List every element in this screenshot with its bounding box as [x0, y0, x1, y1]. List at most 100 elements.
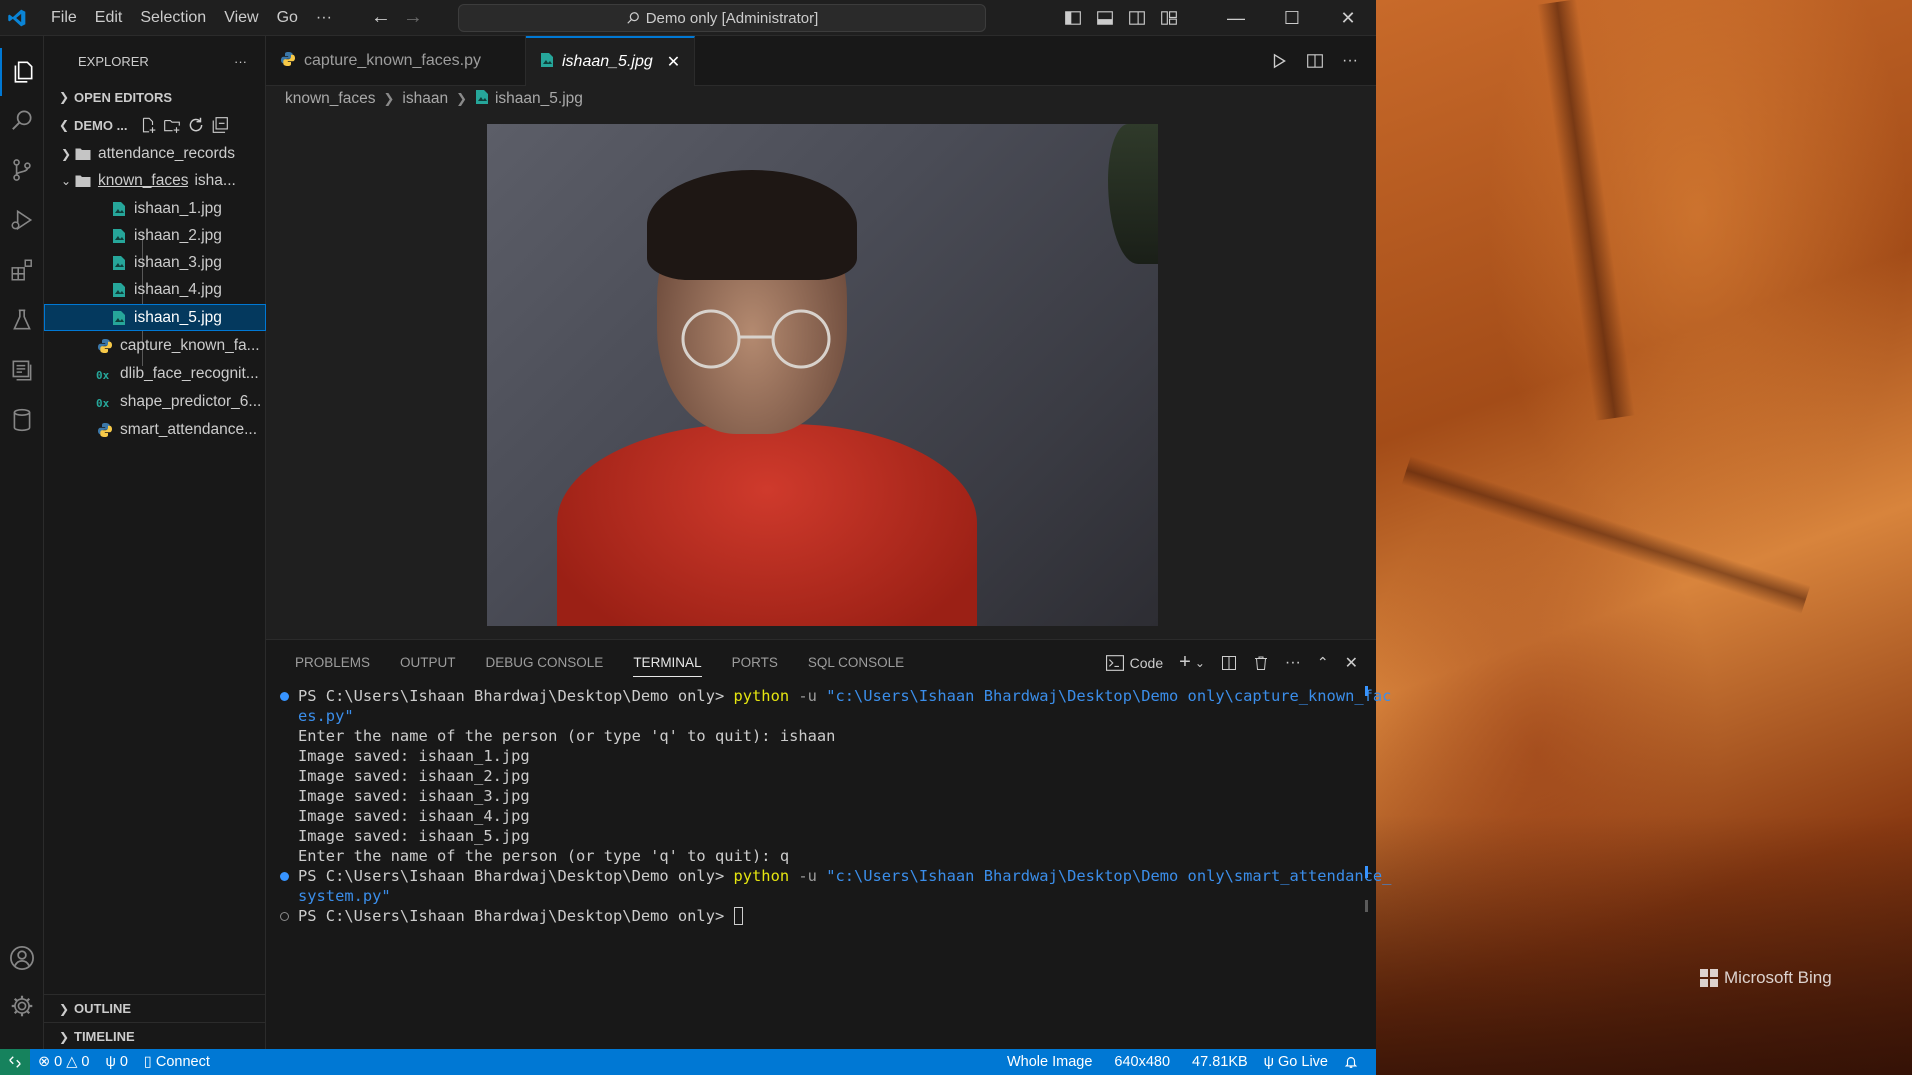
notifications-bell-icon[interactable]	[1336, 1049, 1366, 1075]
open-editors-section[interactable]: ❯ OPEN EDITORS	[44, 83, 266, 111]
menu-more[interactable]: ···	[307, 0, 341, 36]
explorer-more-icon[interactable]: ···	[234, 54, 247, 69]
minimize-button[interactable]: —	[1208, 0, 1264, 36]
close-window-button[interactable]: ✕	[1320, 0, 1376, 36]
source-control-icon[interactable]	[0, 146, 44, 194]
menu-edit[interactable]: Edit	[86, 0, 132, 36]
breadcrumb-item[interactable]: ishaan	[402, 90, 448, 108]
timeline-section[interactable]: ❯ TIMELINE	[44, 1022, 266, 1050]
tree-folder-attendance-records[interactable]: ❯ attendance_records	[44, 140, 266, 167]
menu-file[interactable]: File	[42, 0, 86, 36]
terminal-output[interactable]: PS C:\Users\Ishaan Bhardwaj\Desktop\Demo…	[278, 686, 1391, 926]
database-icon[interactable]	[0, 396, 44, 444]
zoom-mode-status[interactable]: Whole Image	[999, 1049, 1100, 1075]
customize-layout-icon[interactable]	[1160, 9, 1178, 27]
manage-gear-icon[interactable]	[0, 982, 44, 1030]
split-editor-icon[interactable]	[1306, 52, 1324, 70]
more-actions-icon[interactable]: ···	[1342, 52, 1358, 70]
tree-file-smart-attendance[interactable]: smart_attendance...	[44, 416, 266, 443]
breadcrumb-item[interactable]: known_faces	[285, 90, 375, 108]
tree-file-ishaan-5[interactable]: ishaan_5.jpg	[44, 304, 266, 331]
remote-indicator[interactable]	[0, 1049, 30, 1075]
trash-icon[interactable]	[1253, 655, 1269, 671]
tree-file-ishaan-4[interactable]: ishaan_4.jpg	[44, 276, 266, 303]
tab-problems[interactable]: PROBLEMS	[280, 640, 385, 685]
maximize-panel-icon[interactable]: ⌃	[1317, 654, 1329, 671]
scrollbar-thumb[interactable]	[1365, 900, 1368, 912]
flag: -u	[789, 687, 827, 705]
go-live-status[interactable]: ψ Go Live	[1256, 1049, 1336, 1075]
explorer-icon[interactable]	[0, 48, 44, 96]
image-file-icon	[540, 52, 554, 73]
tree-file-ishaan-2[interactable]: ishaan_2.jpg	[44, 222, 266, 249]
tree-file-dlib-face-recognition[interactable]: 0x dlib_face_recognit...	[44, 360, 266, 387]
path-arg: es.py"	[298, 707, 354, 725]
close-icon[interactable]: ✕	[667, 52, 680, 72]
tree-label: ishaan_2.jpg	[134, 226, 222, 244]
split-terminal-icon[interactable]	[1221, 655, 1237, 671]
tree-file-ishaan-3[interactable]: ishaan_3.jpg	[44, 249, 266, 276]
tab-ports[interactable]: PORTS	[717, 640, 793, 685]
warning-icon: △	[66, 1054, 78, 1070]
menu-view[interactable]: View	[215, 0, 267, 36]
terminal-profile-label: Code	[1129, 654, 1164, 671]
file-size-status[interactable]: 47.81KB	[1184, 1049, 1256, 1075]
prompt: PS C:\Users\Ishaan Bhardwaj\Desktop\Demo…	[298, 907, 734, 925]
tab-ishaan-5[interactable]: ishaan_5.jpg ✕	[526, 36, 696, 86]
tree-label: dlib_face_recognit...	[120, 364, 259, 382]
path-arg: "c:\Users\Ishaan Bhardwaj\Desktop\Demo o…	[826, 687, 1392, 705]
image-preview[interactable]	[487, 124, 1158, 626]
maximize-button[interactable]: ☐	[1264, 0, 1320, 36]
outline-section[interactable]: ❯ OUTLINE	[44, 994, 266, 1022]
python-file-icon	[96, 421, 114, 439]
extensions-icon[interactable]	[0, 246, 44, 294]
activity-bar	[0, 36, 44, 1049]
search-icon[interactable]	[0, 96, 44, 144]
run-icon[interactable]	[1270, 52, 1288, 70]
chevron-right-icon: ❯	[58, 90, 70, 104]
ports-status[interactable]: ψ 0	[97, 1049, 135, 1075]
person-hair	[647, 170, 857, 280]
command-center-label: Demo only [Administrator]	[645, 9, 819, 27]
tree-file-shape-predictor[interactable]: 0x shape_predictor_6...	[44, 388, 266, 415]
tree-file-capture-known-faces[interactable]: capture_known_fa...	[44, 332, 266, 359]
accounts-icon[interactable]	[0, 934, 44, 982]
tab-output[interactable]: OUTPUT	[385, 640, 471, 685]
tab-sql-console[interactable]: SQL CONSOLE	[793, 640, 919, 685]
toggle-panel-icon[interactable]	[1096, 9, 1114, 27]
chevron-right-icon: ❯	[456, 91, 467, 106]
connect-status[interactable]: ▯ Connect	[136, 1049, 218, 1075]
terminal-line: PS C:\Users\Ishaan Bhardwaj\Desktop\Demo…	[278, 686, 1391, 706]
command-center[interactable]: Demo only [Administrator]	[458, 4, 986, 32]
tree-file-ishaan-1[interactable]: ishaan_1.jpg	[44, 195, 266, 222]
tree-label: ishaan_5.jpg	[134, 308, 222, 326]
menu-selection[interactable]: Selection	[131, 0, 215, 36]
desktop-wallpaper	[1376, 0, 1912, 1075]
testing-flask-icon[interactable]	[0, 296, 44, 344]
close-icon[interactable]: ✕	[1345, 653, 1358, 673]
status-right: Whole Image 640x480 47.81KB ψ Go Live	[999, 1049, 1366, 1075]
run-debug-icon[interactable]	[0, 196, 44, 244]
new-terminal-icon[interactable]: +	[1179, 651, 1191, 674]
more-actions-icon[interactable]: ···	[1285, 654, 1301, 672]
back-arrow-icon[interactable]: ←	[371, 6, 391, 29]
breadcrumb-item[interactable]: ishaan_5.jpg	[495, 90, 583, 108]
terminal-profile[interactable]: Code	[1105, 654, 1164, 671]
tab-capture-known-faces[interactable]: capture_known_faces.py	[266, 36, 526, 86]
image-dimensions-status[interactable]: 640x480	[1106, 1049, 1178, 1075]
menu-go[interactable]: Go	[268, 0, 307, 36]
tab-debug-console[interactable]: DEBUG CONSOLE	[471, 640, 619, 685]
background-plant	[1108, 124, 1158, 264]
chevron-down-icon[interactable]: ⌄	[1195, 656, 1205, 670]
toggle-secondary-sidebar-icon[interactable]	[1128, 9, 1146, 27]
binary-file-icon: 0x	[96, 365, 114, 383]
chevron-down-icon: ⌄	[60, 173, 72, 188]
problems-status[interactable]: ⊗ 0 △ 0	[30, 1049, 97, 1075]
remote-explorer-icon[interactable]	[0, 346, 44, 394]
tab-terminal[interactable]: TERMINAL	[618, 640, 716, 685]
outline-label: OUTLINE	[74, 1001, 132, 1016]
toggle-primary-sidebar-icon[interactable]	[1064, 9, 1082, 27]
tree-folder-known-faces[interactable]: ⌄ known_faces isha...	[44, 167, 266, 194]
forward-arrow-icon[interactable]: →	[403, 6, 423, 29]
terminal-line: Enter the name of the person (or type 'q…	[298, 727, 836, 745]
